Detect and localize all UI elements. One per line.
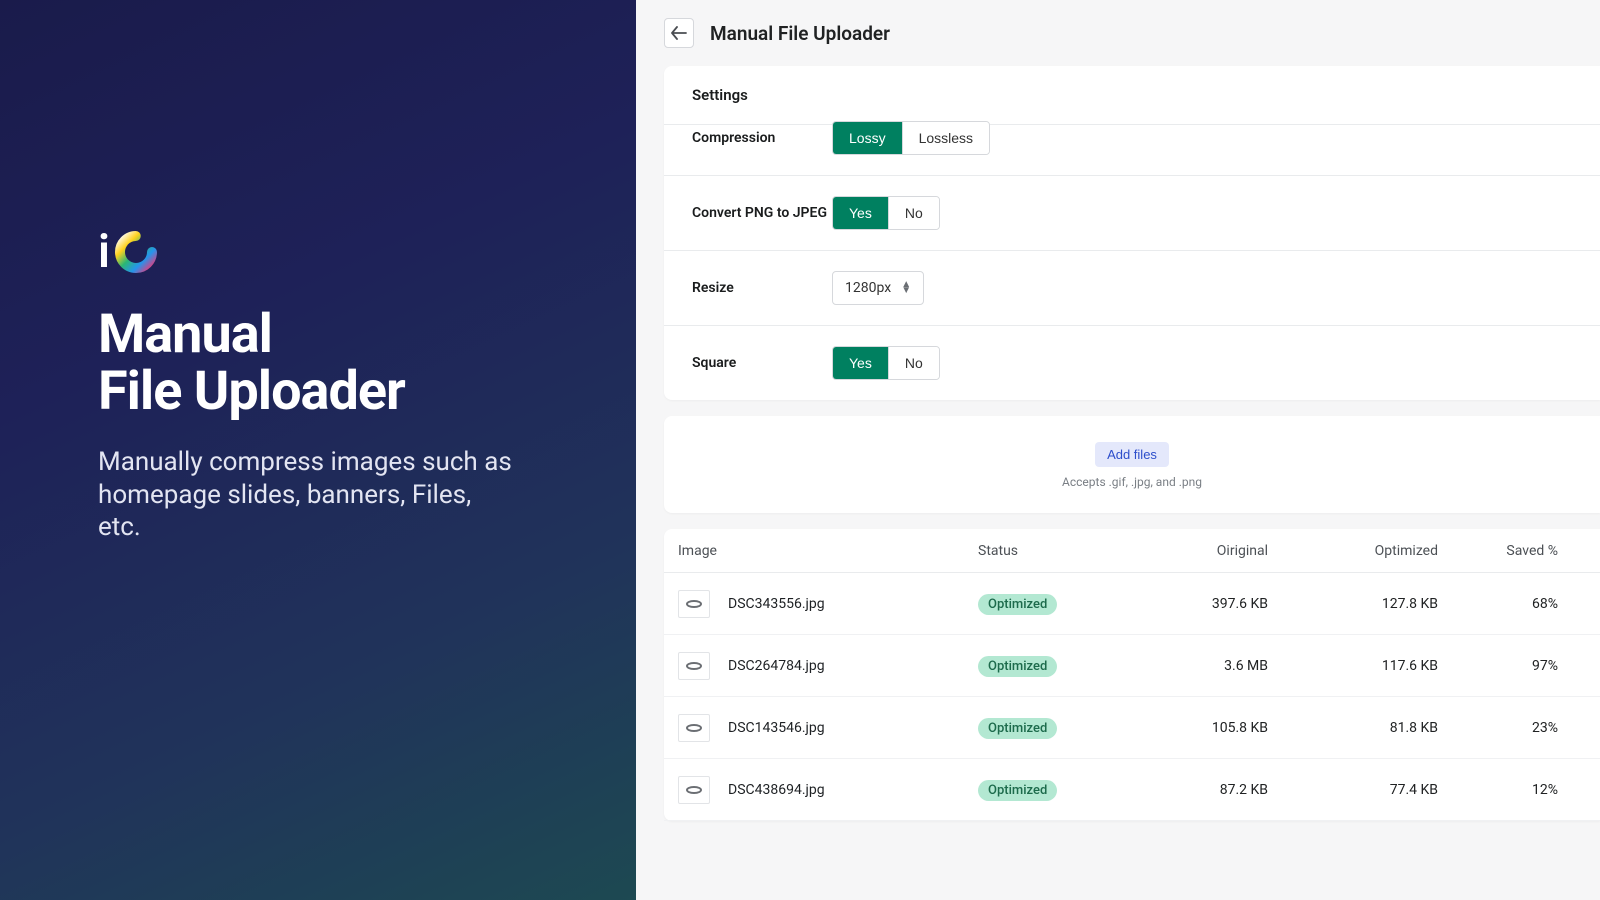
original-size: 3.6 MB <box>1128 658 1288 674</box>
app-header: Manual File Uploader <box>636 0 1600 66</box>
add-files-button[interactable]: Add files <box>1095 442 1169 467</box>
saved-percent: 23% <box>1458 720 1578 736</box>
table-row: DSC438694.jpg Optimized 87.2 KB 77.4 KB … <box>664 759 1600 821</box>
optimized-size: 127.8 KB <box>1288 596 1458 612</box>
file-name: DSC438694.jpg <box>728 782 825 798</box>
col-saved: Saved % <box>1458 543 1578 559</box>
resize-label: Resize <box>692 280 832 296</box>
hero-subtitle: Manually compress images such as homepag… <box>98 446 518 544</box>
file-thumbnail <box>678 590 710 618</box>
brand-logo: i <box>98 225 538 279</box>
file-name: DSC343556.jpg <box>728 596 825 612</box>
convert-label: Convert PNG to JPEG <box>692 205 832 221</box>
resize-select[interactable]: 1280px ▲▼ <box>832 271 924 305</box>
optimized-size: 77.4 KB <box>1288 782 1458 798</box>
saved-percent: 68% <box>1458 596 1578 612</box>
optimized-size: 81.8 KB <box>1288 720 1458 736</box>
select-caret-icon: ▲▼ <box>901 282 911 294</box>
convert-no-button[interactable]: No <box>888 197 939 229</box>
status-badge: Optimized <box>978 594 1057 615</box>
file-thumbnail <box>678 714 710 742</box>
convert-yes-button[interactable]: Yes <box>833 197 888 229</box>
compression-lossless-button[interactable]: Lossless <box>902 122 989 154</box>
original-size: 397.6 KB <box>1128 596 1288 612</box>
col-original: Oiriginal <box>1128 543 1288 559</box>
file-thumbnail <box>678 776 710 804</box>
hero-title: Manual File Uploader <box>98 307 538 420</box>
square-yes-button[interactable]: Yes <box>833 347 888 379</box>
original-size: 105.8 KB <box>1128 720 1288 736</box>
table-header-row: Image Status Oiriginal Optimized Saved % <box>664 529 1600 573</box>
status-badge: Optimized <box>978 780 1057 801</box>
resize-value: 1280px <box>845 280 891 296</box>
square-toggle: Yes No <box>832 346 940 380</box>
saved-percent: 12% <box>1458 782 1578 798</box>
app-panel: Manual File Uploader Settings Compressio… <box>636 0 1600 900</box>
dropzone-hint: Accepts .gif, .jpg, and .png <box>664 475 1600 489</box>
status-badge: Optimized <box>978 718 1057 739</box>
status-badge: Optimized <box>978 656 1057 677</box>
compression-toggle: Lossy Lossless <box>832 121 990 155</box>
square-label: Square <box>692 355 832 371</box>
convert-toggle: Yes No <box>832 196 940 230</box>
square-no-button[interactable]: No <box>888 347 939 379</box>
compression-lossy-button[interactable]: Lossy <box>833 122 902 154</box>
settings-heading: Settings <box>692 86 1572 104</box>
dropzone-card[interactable]: Add files Accepts .gif, .jpg, and .png <box>664 416 1600 513</box>
hero-panel: i Manual File Uploader Manually compress… <box>0 0 636 900</box>
back-button[interactable] <box>664 18 694 48</box>
settings-card: Settings Compression Lossy Lossless Conv… <box>664 66 1600 400</box>
col-status: Status <box>978 543 1128 559</box>
col-optimized: Optimized <box>1288 543 1458 559</box>
table-row: DSC143546.jpg Optimized 105.8 KB 81.8 KB… <box>664 697 1600 759</box>
original-size: 87.2 KB <box>1128 782 1288 798</box>
file-name: DSC264784.jpg <box>728 658 825 674</box>
files-table: Image Status Oiriginal Optimized Saved %… <box>664 529 1600 821</box>
logo-swirl-icon <box>114 230 158 274</box>
table-row: DSC343556.jpg Optimized 397.6 KB 127.8 K… <box>664 573 1600 635</box>
col-image: Image <box>678 543 978 559</box>
table-row: DSC264784.jpg Optimized 3.6 MB 117.6 KB … <box>664 635 1600 697</box>
optimized-size: 117.6 KB <box>1288 658 1458 674</box>
file-thumbnail <box>678 652 710 680</box>
file-name: DSC143546.jpg <box>728 720 825 736</box>
logo-text: i <box>98 225 108 279</box>
page-title: Manual File Uploader <box>710 22 890 45</box>
saved-percent: 97% <box>1458 658 1578 674</box>
compression-label: Compression <box>692 130 832 146</box>
arrow-left-icon <box>671 26 687 40</box>
